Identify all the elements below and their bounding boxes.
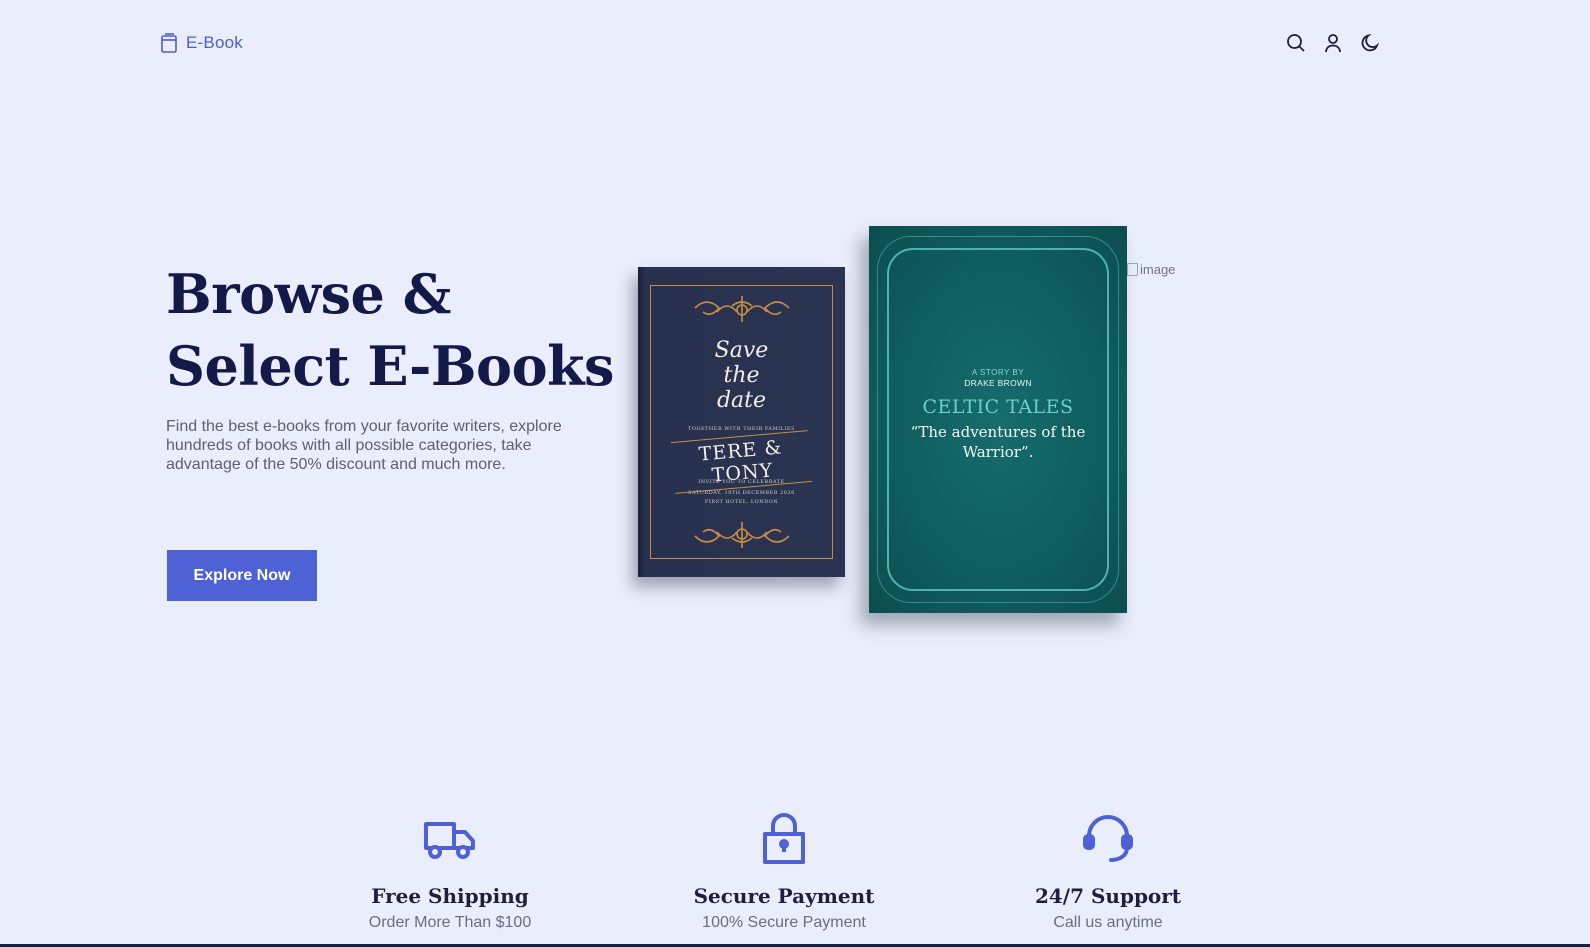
cover-author: DRAKE BROWN bbox=[964, 378, 1032, 388]
search-icon[interactable] bbox=[1286, 33, 1306, 53]
feature-description: 100% Secure Payment bbox=[702, 914, 866, 931]
book-icon bbox=[161, 33, 177, 53]
broken-image: image bbox=[1127, 262, 1175, 277]
ornament-top-icon bbox=[693, 296, 790, 322]
headset-icon bbox=[1083, 815, 1133, 862]
feature-title: 24/7 Support bbox=[1034, 884, 1182, 908]
cover-title: CELTIC TALES bbox=[922, 396, 1074, 418]
ornament-bottom-icon bbox=[693, 522, 790, 548]
feature-support: 24/7 Support Call us anytime bbox=[978, 812, 1238, 932]
feature-description: Order More Than $100 bbox=[368, 914, 532, 931]
cover-script-text: Save the date bbox=[651, 338, 832, 413]
logo[interactable]: E-Book bbox=[160, 33, 243, 53]
feature-title: Free Shipping bbox=[371, 884, 529, 908]
logo-text: E-Book bbox=[186, 33, 243, 52]
broken-image-alt: image bbox=[1140, 262, 1176, 277]
header: E-Book bbox=[0, 0, 1590, 88]
script-line: Save bbox=[714, 338, 769, 363]
cover-story-by: A STORY BY bbox=[971, 368, 1025, 377]
feature-title: Secure Payment bbox=[693, 884, 875, 908]
hero-description: Find the best e-books from your favorite… bbox=[166, 418, 562, 473]
script-line: the bbox=[723, 363, 760, 388]
hero-title-line2: Select E-Books bbox=[166, 334, 614, 398]
header-actions bbox=[1286, 33, 1380, 53]
cover-small-text: FIRST HOTEL, LONDON bbox=[704, 499, 779, 505]
lock-icon bbox=[763, 813, 805, 864]
moon-icon[interactable] bbox=[1360, 33, 1380, 53]
broken-image-icon bbox=[1127, 263, 1138, 276]
book-cover-celtic-tales: A STORY BY DRAKE BROWN CELTIC TALES “The… bbox=[869, 226, 1127, 613]
script-line: date bbox=[716, 388, 767, 413]
cover-frame bbox=[887, 248, 1109, 591]
cover-small-text: SATURDAY, 19TH DECEMBER 2026 bbox=[688, 490, 795, 496]
cover-small-text: INVITE YOU TO CELEBRATE bbox=[698, 479, 785, 485]
truck-icon bbox=[424, 822, 475, 859]
book-cover-save-the-date: Save the date TOGETHER WITH THEIR FAMILI… bbox=[638, 267, 845, 577]
hero-title-line1: Browse & bbox=[166, 262, 451, 326]
user-icon[interactable] bbox=[1323, 33, 1343, 53]
feature-description: Call us anytime bbox=[1053, 914, 1163, 931]
feature-free-shipping: Free Shipping Order More Than $100 bbox=[320, 812, 580, 932]
cover-subtitle: “The adventures of the Warrior”. bbox=[910, 423, 1086, 461]
hero-title: Browse & Select E-Books bbox=[166, 258, 626, 402]
explore-now-button[interactable]: Explore Now bbox=[167, 550, 317, 601]
cover-frame: Save the date TOGETHER WITH THEIR FAMILI… bbox=[650, 285, 833, 559]
feature-secure-payment: Secure Payment 100% Secure Payment bbox=[654, 812, 914, 932]
